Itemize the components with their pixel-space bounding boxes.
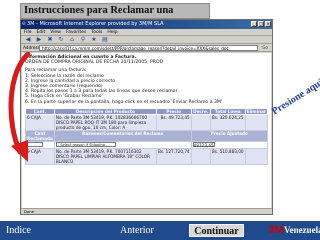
browser-toolbar: ◀ ▶ ✖ ↻ ⌂ ⚲ ★ ▤ [21, 36, 272, 44]
item-description: No. de Parte 3M 53419, P.K. 102836666700… [53, 113, 157, 131]
item-price: Bs. 127.720,74 [155, 147, 192, 165]
slide-title: Instrucciones para Reclamar una Factura [20, 3, 210, 30]
item-total: Bs. 510.883,00 [209, 147, 246, 165]
item-total: Bs. 320.624,25 [209, 113, 246, 131]
continue-button[interactable]: Continuar [189, 224, 244, 237]
order-line: ORDEN DE COMPRA ORIGINAL DE FECHA 20/11/… [25, 60, 164, 66]
refresh-icon[interactable]: ↻ [57, 36, 65, 43]
delete-cell[interactable] [244, 113, 269, 131]
claim-reason-cell: - Select reason if Shipping - [53, 140, 192, 149]
item-decrement [190, 147, 211, 165]
item-decrement [190, 113, 211, 131]
stop-icon[interactable]: ✖ [46, 36, 54, 43]
menu-help[interactable]: Help [107, 29, 117, 35]
slide-footer: Indice Anterior Continuar 3M Venezuela [0, 221, 320, 240]
column-header: Eliminar [244, 107, 269, 115]
instruction-step: 6. En la parte superior de la pantalla, … [25, 99, 223, 105]
index-link[interactable]: Indice [6, 224, 31, 237]
adjusted-price-cell: 49723,45 [190, 140, 269, 149]
back-icon[interactable]: ◀ [24, 36, 32, 43]
reason-select[interactable]: - Select reason if Shipping - [55, 141, 116, 147]
instructions: Para reclamar una factura: 1. Seleccione… [25, 68, 268, 104]
print-icon[interactable]: ▤ [101, 36, 109, 43]
favorites-icon[interactable]: ★ [90, 36, 98, 43]
column-header: Razones/Comentarios del Reclamo [53, 129, 192, 142]
previous-link[interactable]: Anterior [120, 224, 154, 237]
status-bar: Done [21, 208, 272, 214]
home-icon[interactable]: ⌂ [68, 36, 76, 43]
table-row: 6 CAJA No. de Parte 3M 53419, P.K. 10283… [25, 113, 269, 131]
adjusted-price-input[interactable]: 49723,45 [192, 141, 215, 148]
item-price: Bs. 49.723,45 [155, 113, 192, 131]
close-button[interactable]: × [265, 21, 271, 27]
table-row: 9 CAJA No. de Parte 3M 53419, P.K. 70071… [25, 147, 269, 165]
go-button[interactable]: Go [260, 45, 270, 51]
red-arrow-icon [8, 52, 31, 162]
menu-view[interactable]: View [50, 29, 61, 35]
menu-edit[interactable]: Edit [37, 29, 46, 35]
delete-cell[interactable] [244, 147, 269, 165]
country-label: Venezuela [284, 225, 320, 235]
invoice-lines-table: Cant. Descripción del Producto Precio De… [25, 107, 269, 165]
column-header: Total Línea [209, 107, 246, 115]
column-header: Precio Ajustado [190, 129, 269, 142]
menu-favorites[interactable]: Favorites [66, 29, 86, 35]
window-title: 3M - Microsoft Internet Explorer provide… [27, 21, 164, 27]
menu-file[interactable]: File [24, 29, 32, 35]
item-description: No. de Parte 3M 53419, P.K. 7007116302 D… [53, 147, 157, 165]
ie-logo-icon: e [22, 20, 26, 27]
menu-bar: File Edit View Favorites Tools Help [21, 29, 272, 36]
brand-logo: 3M [268, 224, 284, 236]
address-input[interactable]: http://cacsd1f.ca.mmm.com/sdest/PPP/orcl… [39, 44, 258, 51]
search-icon[interactable]: ⚲ [79, 36, 87, 43]
maximize-button[interactable]: □ [258, 21, 264, 27]
address-label: Address [23, 45, 40, 50]
column-header: Decre. [190, 107, 211, 115]
press-here-callout: Presione aquí [270, 77, 320, 118]
browser-window: e 3M - Microsoft Internet Explorer provi… [20, 19, 273, 215]
minimize-button[interactable]: _ [251, 21, 257, 27]
menu-tools[interactable]: Tools [91, 29, 102, 35]
address-bar: Address http://cacsd1f.ca.mmm.com/sdest/… [21, 44, 272, 52]
claim-header-row: Cant Reclamada Razones/Comentarios del R… [25, 129, 269, 142]
claim-row: - Select reason if Shipping - 49723,45 [25, 140, 269, 149]
browser-title-bar: e 3M - Microsoft Internet Explorer provi… [21, 20, 272, 29]
forward-icon[interactable]: ▶ [35, 36, 43, 43]
invoice-info: Información Adicional en cuanto a Factur… [25, 55, 268, 65]
page-content: Información Adicional en cuanto a Factur… [22, 53, 271, 214]
